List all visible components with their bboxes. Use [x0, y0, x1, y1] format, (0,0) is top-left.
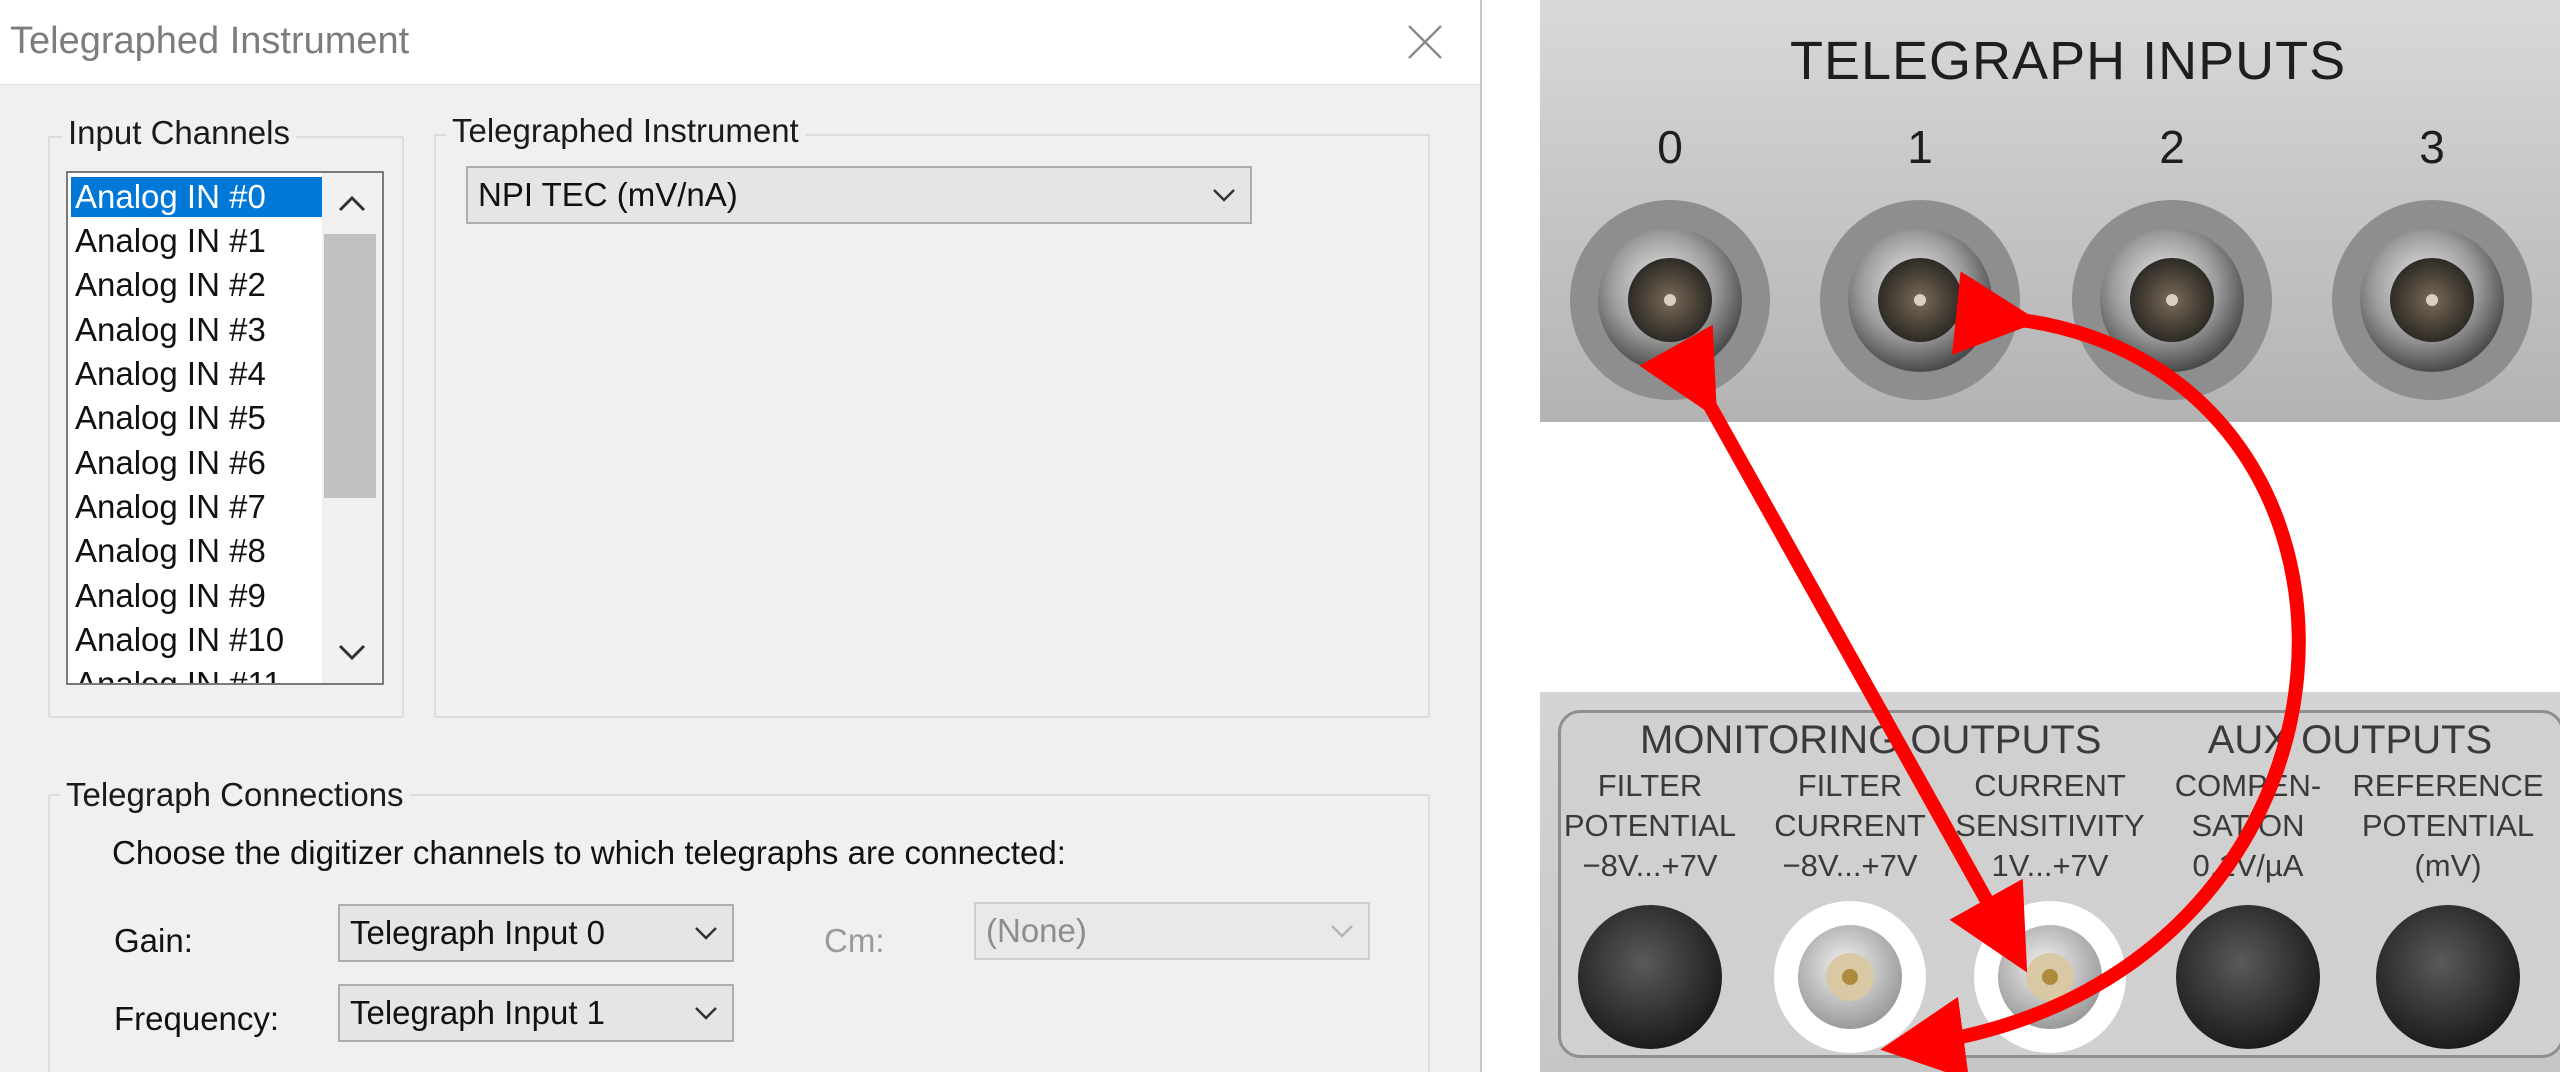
list-item[interactable]: Analog IN #6 [71, 443, 327, 483]
dialog-title: Telegraphed Instrument [10, 20, 410, 62]
chevron-down-icon [695, 927, 717, 940]
cap-reference-potential [2376, 905, 2520, 1049]
instrument-select-value: NPI TEC (mV/nA) [478, 176, 738, 213]
chevron-down-icon [1213, 189, 1235, 202]
bnc-connectors-top [1570, 200, 2532, 400]
output-connectors [1578, 901, 2520, 1053]
list-item[interactable]: Analog IN #8 [71, 531, 327, 571]
close-button[interactable] [1390, 14, 1460, 70]
list-item[interactable]: Analog IN #11 [71, 664, 327, 683]
cm-select: (None) [974, 902, 1370, 960]
list-item[interactable]: Analog IN #3 [71, 310, 327, 350]
chevron-up-icon [338, 195, 366, 212]
list-item[interactable]: Analog IN #7 [71, 487, 327, 527]
amplifier-outputs-photo: MONITORING OUTPUTS AUX OUTPUTS FILTER PO… [1540, 692, 2560, 1072]
bnc-current-sensitivity [1974, 901, 2126, 1053]
bnc-connector-3 [2332, 200, 2532, 400]
instruction-text: Choose the digitizer channels to which t… [112, 834, 1066, 871]
telegraph-connections-label: Telegraph Connections [60, 776, 410, 814]
chevron-down-icon [1331, 925, 1353, 938]
frequency-select-value: Telegraph Input 1 [350, 994, 606, 1031]
gain-label: Gain: [114, 922, 193, 959]
list-item[interactable]: Analog IN #4 [71, 354, 327, 394]
title-bar: Telegraphed Instrument [0, 0, 1480, 85]
list-item[interactable]: Analog IN #10 [71, 620, 327, 660]
list-item[interactable]: Analog IN #2 [71, 265, 327, 305]
bnc-connector-1 [1820, 200, 2020, 400]
cap-filter-potential [1578, 905, 1722, 1049]
list-item[interactable]: Analog IN #0 [71, 177, 323, 217]
instrument-select[interactable]: NPI TEC (mV/nA) [466, 166, 1252, 224]
chevron-down-icon [338, 644, 366, 661]
scrollbar-thumb[interactable] [324, 234, 376, 498]
bnc-connector-0 [1570, 200, 1770, 400]
gain-select[interactable]: Telegraph Input 0 [338, 904, 734, 962]
cm-select-value: (None) [986, 912, 1087, 949]
scroll-up-button[interactable] [322, 175, 382, 231]
cm-label: Cm: [824, 922, 885, 959]
bnc-connector-2 [2072, 200, 2272, 400]
instrument-group-label: Telegraphed Instrument [446, 112, 805, 150]
gain-select-value: Telegraph Input 0 [350, 914, 606, 951]
frequency-label: Frequency: [114, 1000, 280, 1037]
telegraph-inputs-photo: TELEGRAPH INPUTS 0 1 2 3 [1540, 0, 2560, 422]
close-icon [1408, 25, 1442, 59]
list-item[interactable]: Analog IN #5 [71, 398, 327, 438]
input-channels-label: Input Channels [62, 114, 296, 152]
list-item[interactable]: Analog IN #1 [71, 221, 327, 261]
frequency-select[interactable]: Telegraph Input 1 [338, 984, 734, 1042]
chevron-down-icon [695, 1007, 717, 1020]
bnc-filter-current [1774, 901, 1926, 1053]
list-item[interactable]: Analog IN #9 [71, 576, 327, 616]
cap-compensation [2176, 905, 2320, 1049]
telegraphed-instrument-dialog: Telegraphed Instrument Input Channels An… [0, 0, 1482, 1072]
scroll-down-button[interactable] [322, 625, 382, 681]
